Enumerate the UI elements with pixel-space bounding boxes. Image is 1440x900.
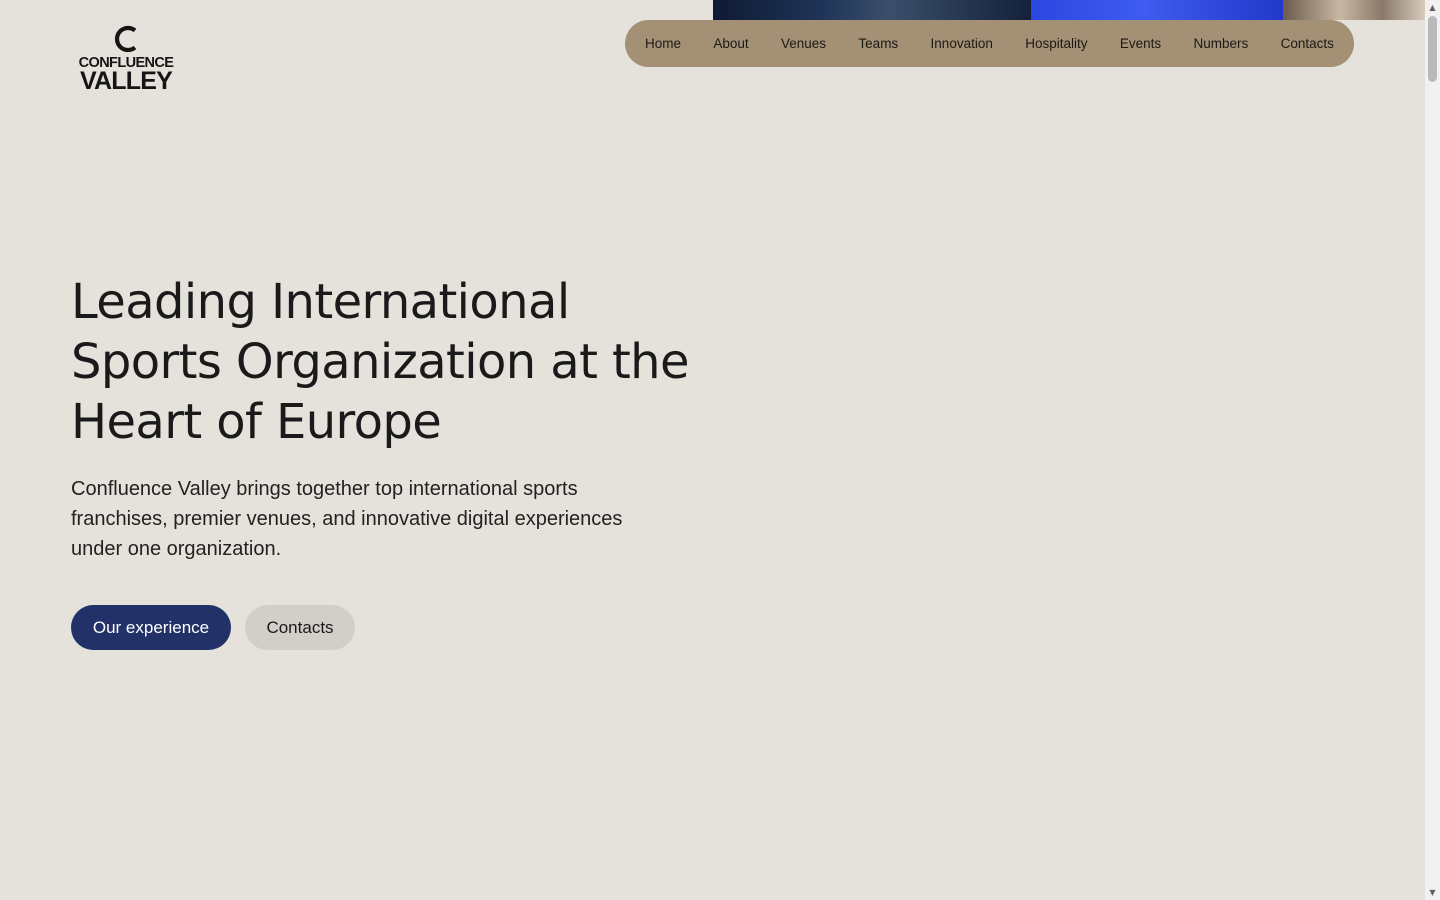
nav-item-numbers[interactable]: Numbers: [1194, 36, 1249, 51]
scrollbar[interactable]: ▲ ▼: [1425, 0, 1440, 900]
hero-title: Leading International Sports Organizatio…: [71, 274, 690, 450]
photo-arena-dark: [713, 0, 1031, 20]
nav-item-innovation[interactable]: Innovation: [931, 36, 993, 51]
triangle-up-icon[interactable]: ▲: [1425, 0, 1440, 15]
page: CONFLUENCE VALLEY Home About Venues Team…: [0, 0, 1425, 900]
logo-text-line2: VALLEY: [80, 67, 173, 95]
nav-item-events[interactable]: Events: [1120, 36, 1161, 51]
nav-item-about[interactable]: About: [713, 36, 748, 51]
main-nav: Home About Venues Teams Innovation Hospi…: [625, 20, 1354, 67]
nav-item-venues[interactable]: Venues: [781, 36, 826, 51]
contacts-button[interactable]: Contacts: [245, 605, 355, 650]
nav-item-hospitality[interactable]: Hospitality: [1025, 36, 1087, 51]
our-experience-button[interactable]: Our experience: [71, 605, 231, 650]
brand-logo[interactable]: CONFLUENCE VALLEY: [73, 24, 179, 95]
nav-item-teams[interactable]: Teams: [858, 36, 898, 51]
hero-photo-strip: [713, 0, 1425, 20]
logo-c-icon: [114, 25, 137, 53]
hero-description: Confluence Valley brings together top in…: [71, 478, 623, 560]
scrollbar-thumb[interactable]: [1428, 16, 1437, 82]
photo-arena-blue: [1031, 0, 1283, 20]
triangle-down-icon[interactable]: ▼: [1425, 885, 1440, 900]
nav-item-home[interactable]: Home: [645, 36, 681, 51]
nav-item-contacts[interactable]: Contacts: [1281, 36, 1334, 51]
photo-stadium: [1283, 0, 1425, 20]
